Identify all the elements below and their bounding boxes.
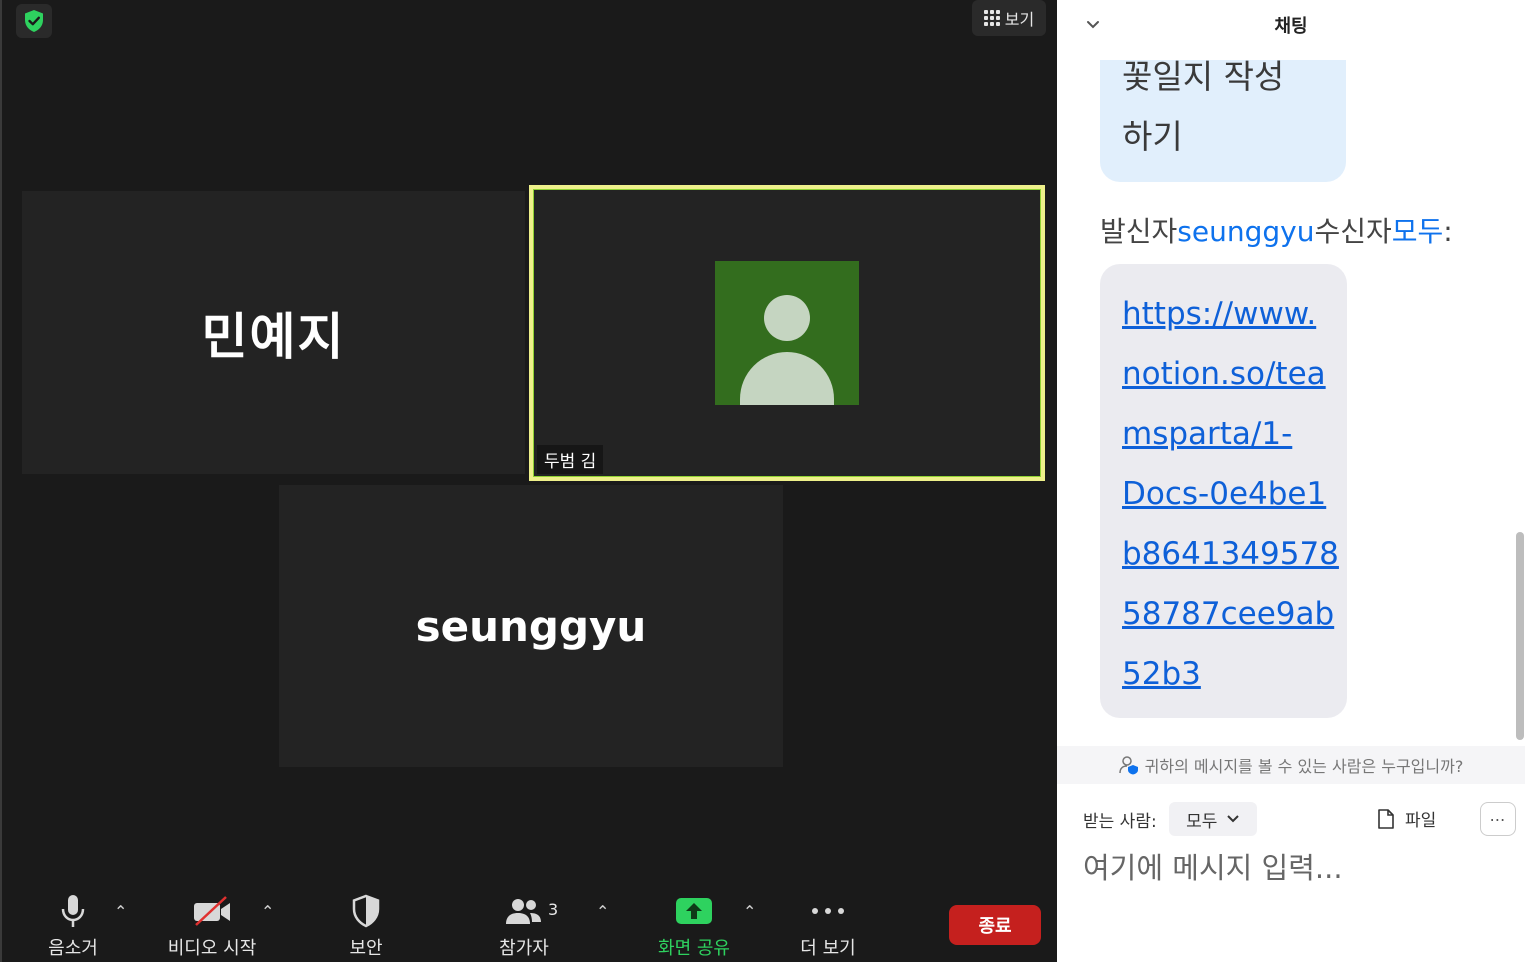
participant-name-label: 두범 김 (537, 445, 604, 474)
chevron-down-icon[interactable] (1083, 14, 1103, 34)
message-link[interactable]: Docs-0e4be1 (1122, 464, 1326, 524)
file-icon (1378, 808, 1394, 829)
message-link[interactable]: msparta/1- (1122, 404, 1325, 464)
video-off-icon (192, 888, 232, 934)
participant-name: 민예지 (201, 307, 346, 366)
grid-view-icon (983, 10, 1000, 26)
message-bubble-link: https://www. notion.so/tea msparta/1- Do… (1100, 264, 1347, 718)
message-input[interactable] (1083, 846, 1503, 890)
chevron-up-icon[interactable]: ⌃ (743, 902, 756, 921)
participant-tile-active-speaker[interactable]: 두범 김 (529, 185, 1045, 481)
participant-tile[interactable]: 민예지 (22, 191, 525, 474)
more-button[interactable]: 더 보기 (795, 888, 861, 960)
view-label: 보기 (1004, 10, 1035, 29)
file-button[interactable]: 파일 (1377, 806, 1436, 831)
message-link[interactable]: 58787cee9ab (1122, 584, 1334, 644)
message-bubble: 꽃일지 작성 하기 (1100, 60, 1346, 182)
person-shield-icon (1118, 756, 1138, 775)
chevron-up-icon[interactable]: ⌃ (596, 902, 609, 921)
security-label: 보안 (349, 938, 383, 959)
chevron-up-icon[interactable]: ⌃ (261, 902, 274, 921)
participants-icon: 3 (504, 888, 558, 934)
message-text-line: 하기 (1122, 117, 1183, 156)
more-label: 더 보기 (800, 938, 856, 959)
security-button[interactable]: 보안 (340, 888, 392, 960)
recipient-select[interactable]: 모두 (1168, 802, 1257, 836)
zoom-meeting-window: 보기 민예지 두범 김 seunggyu 음소거 ⌃ 비디오 시작 ⌃ 보안 3… (0, 0, 1525, 962)
end-meeting-button[interactable]: 종료 (949, 905, 1041, 945)
participants-count: 3 (548, 900, 559, 919)
more-dots-icon (810, 888, 846, 934)
more-dots-icon: ⋯ (1489, 809, 1507, 829)
share-screen-label: 화면 공유 (658, 938, 730, 959)
visibility-hint[interactable]: 귀하의 메시지를 볼 수 있는 사람은 누구입니까? (1057, 746, 1525, 784)
recipient-row: 받는 사람: 모두 (1083, 802, 1513, 836)
message-link[interactable]: 52b3 (1122, 644, 1325, 704)
message-sender-line: 발신자seunggyu수신자모두: (1100, 215, 1453, 248)
mute-label: 음소거 (48, 938, 98, 959)
participants-label: 참가자 (499, 938, 549, 959)
shield-icon (351, 888, 381, 934)
to-label: 받는 사람: (1083, 811, 1157, 832)
video-gallery: 보기 민예지 두범 김 seunggyu 음소거 ⌃ 비디오 시작 ⌃ 보안 3… (0, 0, 1057, 962)
message-text-line: 꽃일지 작성 (1122, 60, 1285, 96)
share-screen-button[interactable]: 화면 공유 (652, 888, 736, 960)
participant-name: seunggyu (415, 601, 647, 651)
start-video-label: 비디오 시작 (167, 938, 257, 959)
meeting-toolbar: 음소거 ⌃ 비디오 시작 ⌃ 보안 3 참가자 ⌃ 화면 공유 ⌃ 더 보기 종… (2, 888, 1059, 962)
chevron-down-icon (1227, 815, 1240, 823)
chat-scrollbar-thumb[interactable] (1516, 532, 1524, 740)
view-button[interactable]: 보기 (972, 0, 1046, 36)
mute-button[interactable]: 음소거 (42, 888, 104, 960)
participants-button[interactable]: 3 참가자 (494, 888, 558, 960)
chat-title: 채팅 (1274, 16, 1308, 37)
sender-name[interactable]: seunggyu (1177, 215, 1314, 248)
share-screen-icon (675, 888, 713, 934)
encryption-shield-icon[interactable] (16, 4, 52, 38)
chat-messages[interactable]: 꽃일지 작성 하기 발신자seunggyu수신자모두: https://www.… (1057, 60, 1525, 740)
chat-more-button[interactable]: ⋯ (1480, 802, 1516, 836)
start-video-button[interactable]: 비디오 시작 (162, 888, 262, 960)
chevron-up-icon[interactable]: ⌃ (114, 902, 127, 921)
message-link[interactable]: notion.so/tea (1122, 344, 1326, 404)
chat-header: 채팅 (1057, 0, 1525, 50)
recipient-value: 모두 (1186, 811, 1218, 832)
participant-tile[interactable]: seunggyu (279, 485, 783, 767)
recipient-name[interactable]: 모두 (1392, 215, 1444, 248)
message-link[interactable]: b8641349578 (1122, 524, 1339, 584)
microphone-icon (60, 888, 86, 934)
avatar (715, 261, 859, 405)
chat-panel: 채팅 꽃일지 작성 하기 발신자seunggyu수신자모두: https://w… (1057, 0, 1525, 962)
visibility-hint-text: 귀하의 메시지를 볼 수 있는 사람은 누구입니까? (1144, 757, 1464, 776)
message-link[interactable]: https://www. (1122, 284, 1325, 344)
file-label: 파일 (1405, 811, 1437, 831)
